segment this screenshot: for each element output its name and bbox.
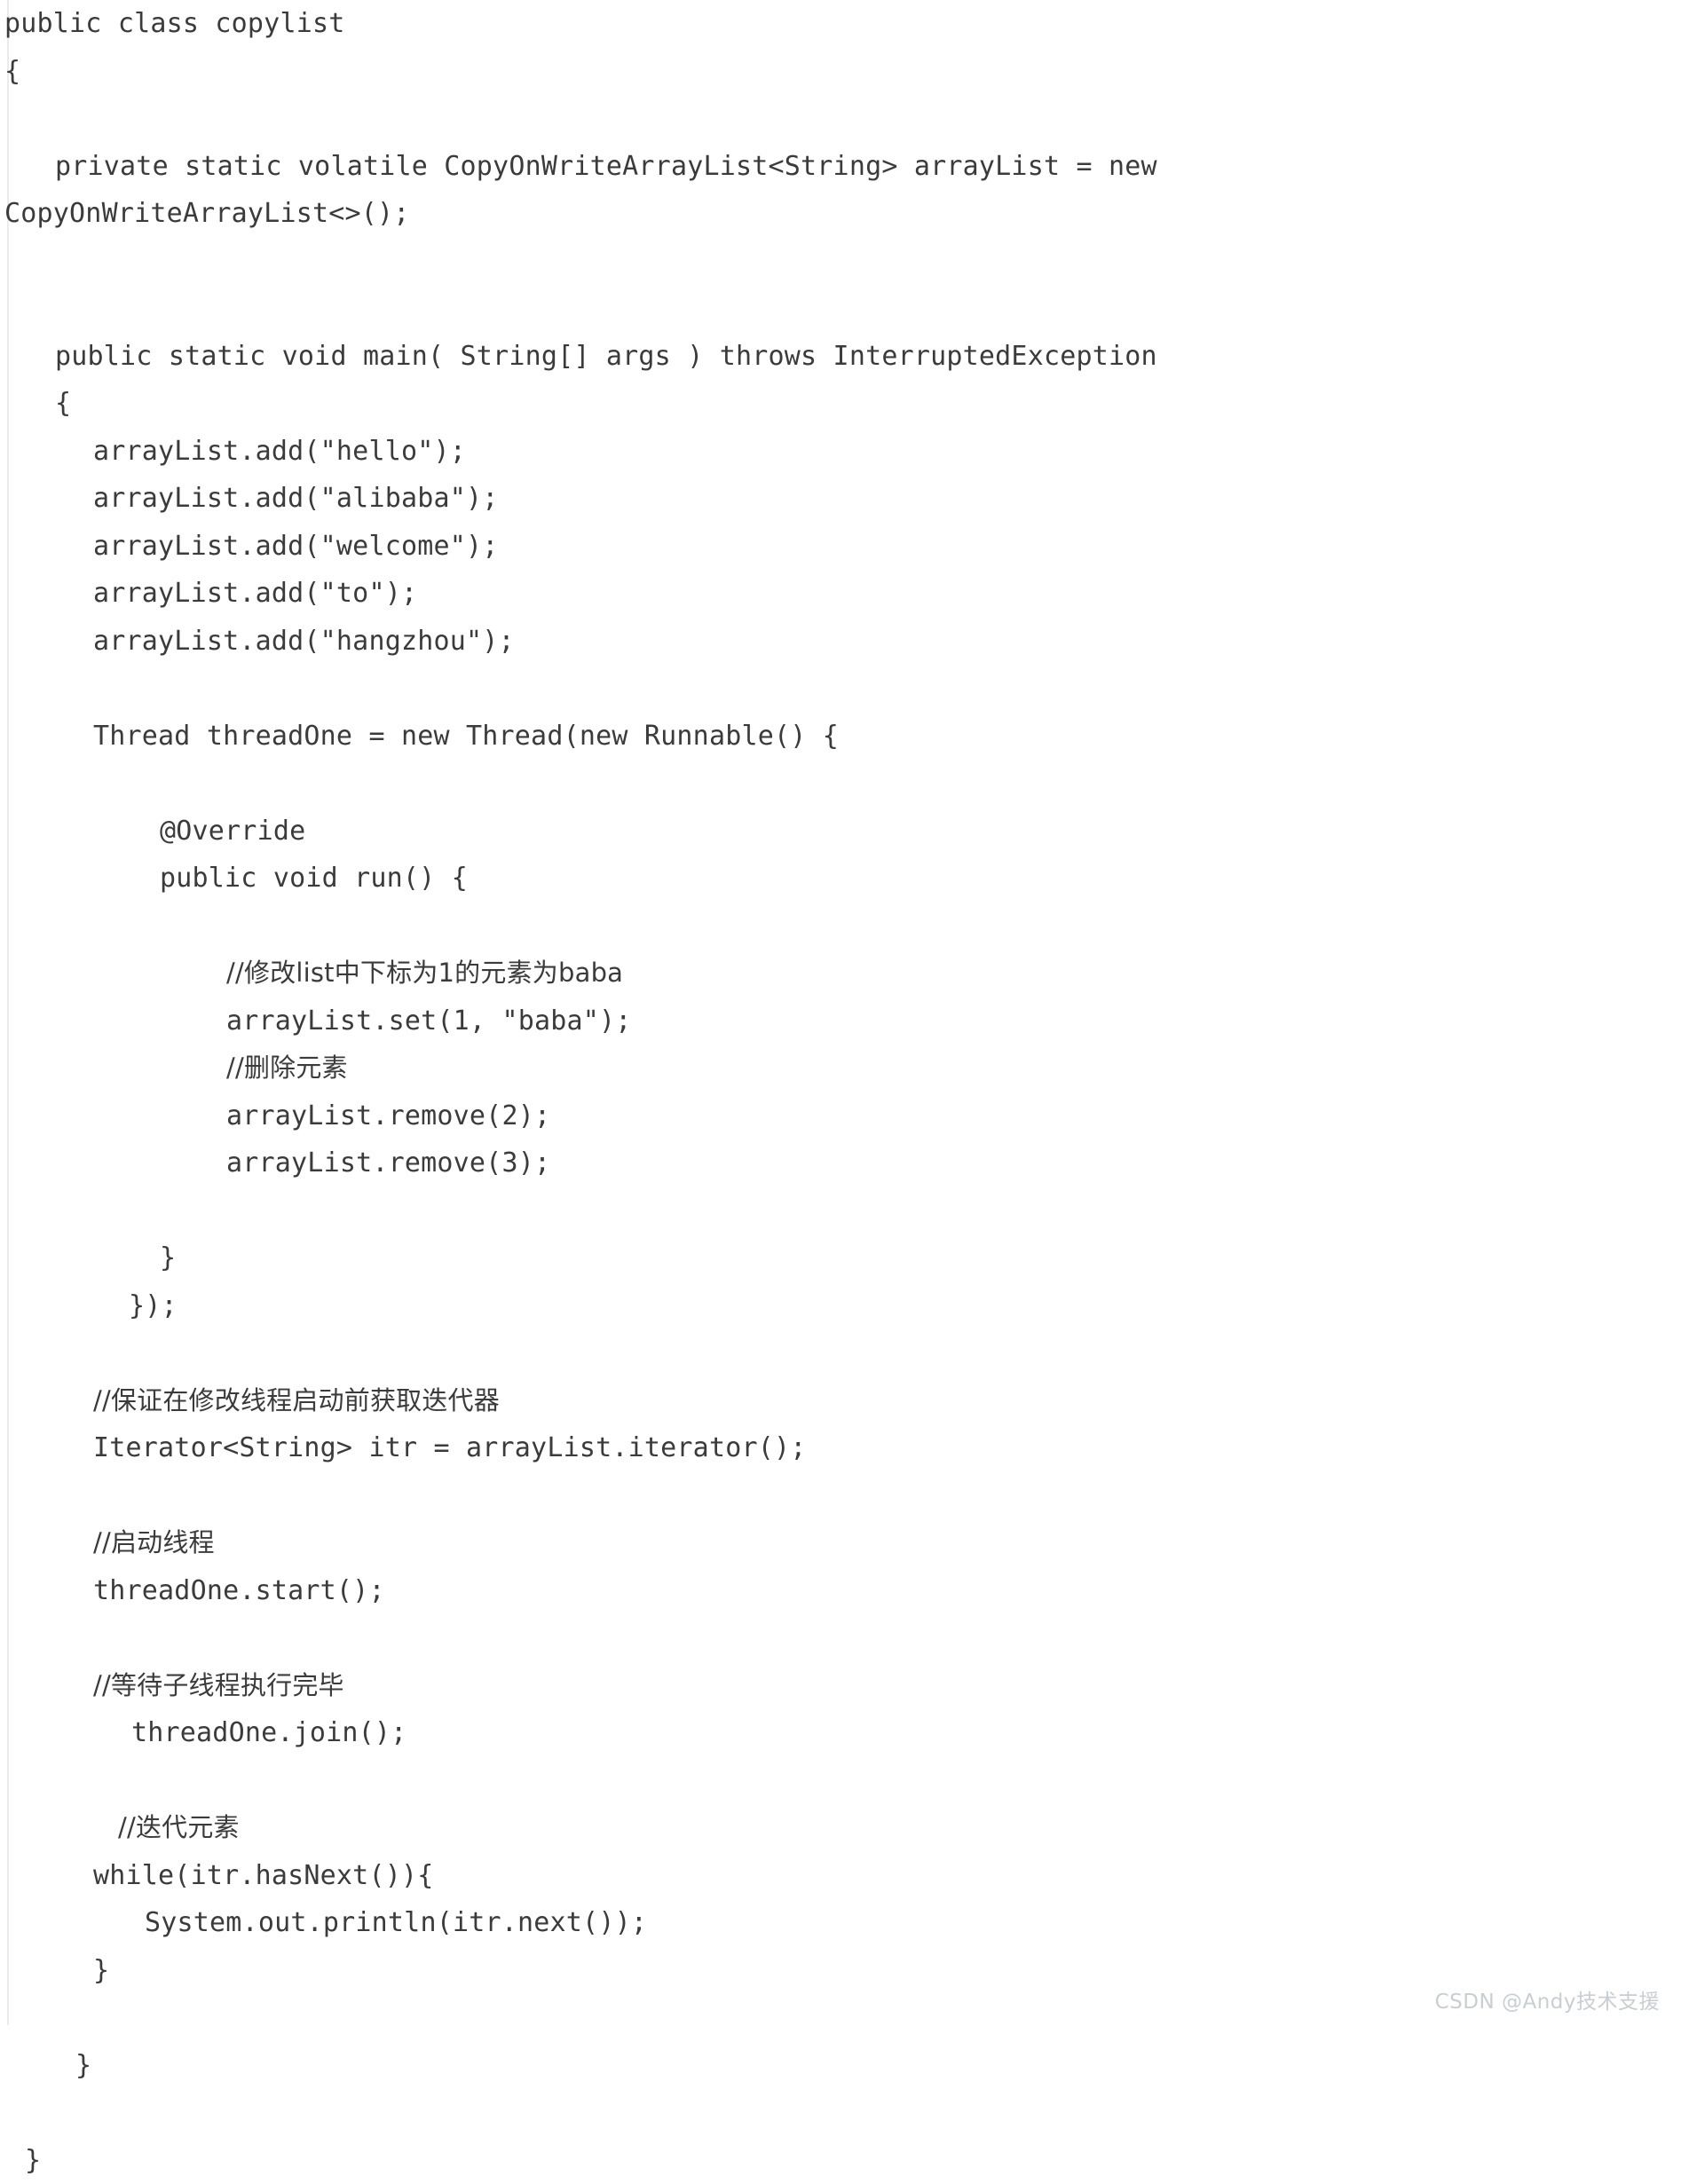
code-line-text: } [25,2137,41,2184]
code-line: } [0,1234,1681,1282]
code-line-blank [0,1187,1681,1235]
code-line-blank [0,285,1681,333]
code-line-text: }); [129,1282,178,1330]
code-line-text: arrayList.remove(2); [226,1092,550,1140]
code-line: } [0,2042,1681,2090]
code-line: arrayList.add("hangzhou"); [0,618,1681,666]
code-line: while(itr.hasNext()){ [0,1852,1681,1900]
code-line-blank [0,1614,1681,1662]
code-line: arrayList.add("alibaba"); [0,475,1681,523]
csdn-watermark: CSDN @Andy技术支援 [1435,1984,1660,2014]
code-line-text: public void run() { [160,855,468,903]
code-line-text: private static volatile CopyOnWriteArray… [55,143,1157,191]
code-listing: public class copylist{private static vol… [0,0,1681,2184]
code-line: }); [0,1282,1681,1330]
code-line: threadOne.start(); [0,1567,1681,1615]
code-line: { [0,48,1681,96]
code-line-text: { [55,380,71,428]
code-line-text: System.out.println(itr.next()); [145,1899,647,1947]
code-line: public class copylist [0,0,1681,48]
code-line: arrayList.remove(2); [0,1092,1681,1140]
code-line: //修改list中下标为1的元素为baba [0,950,1681,997]
code-line-text: arrayList.set(1, "baba"); [226,997,632,1045]
code-line-text: public static void main( String[] args )… [55,333,1157,381]
code-line: Thread threadOne = new Thread(new Runnab… [0,713,1681,761]
code-line-blank [0,665,1681,713]
code-line: public static void main( String[] args )… [0,333,1681,381]
code-line-blank [0,1472,1681,1520]
code-line-text: Thread threadOne = new Thread(new Runnab… [93,713,839,761]
code-line-blank [0,760,1681,808]
code-line: public void run() { [0,855,1681,903]
code-line-text: } [75,2042,91,2090]
code-line-text: while(itr.hasNext()){ [93,1852,434,1900]
code-comment-text: //迭代元素 [118,1804,240,1852]
code-line: CopyOnWriteArrayList<>(); [0,190,1681,238]
code-line: arrayList.set(1, "baba"); [0,997,1681,1045]
code-line-text: arrayList.add("welcome"); [93,523,499,571]
code-line-text: arrayList.add("alibaba"); [93,475,499,523]
code-line: { [0,380,1681,428]
code-line: //保证在修改线程启动前获取迭代器 [0,1377,1681,1425]
code-comment-text: //修改list中下标为1的元素为baba [226,950,623,997]
code-line-text: @Override [160,808,305,855]
code-line: arrayList.add("to"); [0,570,1681,618]
code-line-text: CopyOnWriteArrayList<>(); [4,190,410,238]
code-line: @Override [0,808,1681,855]
code-line: //等待子线程执行完毕 [0,1662,1681,1710]
code-line: } [0,1947,1681,1995]
code-line-blank [0,2089,1681,2137]
code-line-text: } [160,1234,176,1282]
code-line-text: threadOne.start(); [93,1567,385,1615]
code-line: Iterator<String> itr = arrayList.iterato… [0,1424,1681,1472]
code-line: arrayList.add("hello"); [0,428,1681,476]
code-line-blank [0,903,1681,950]
code-comment-text: //删除元素 [226,1045,348,1092]
code-line: threadOne.join(); [0,1709,1681,1757]
code-line: arrayList.add("welcome"); [0,523,1681,571]
code-comment-text: //保证在修改线程启动前获取迭代器 [93,1377,500,1425]
code-line: //启动线程 [0,1519,1681,1567]
code-line-text: arrayList.add("to"); [93,570,417,618]
code-line-text: arrayList.add("hangzhou"); [93,618,515,666]
code-line-text: arrayList.add("hello"); [93,428,466,476]
code-line-blank [0,95,1681,143]
code-line-blank [0,238,1681,286]
code-comment-text: //等待子线程执行完毕 [93,1662,344,1710]
code-line-text: arrayList.remove(3); [226,1139,550,1187]
code-line: //迭代元素 [0,1804,1681,1852]
code-line-text: threadOne.join(); [131,1709,406,1757]
code-line-blank [0,1994,1681,2042]
code-line-text: public class copylist [4,0,345,48]
code-line-blank [0,1329,1681,1377]
code-line: private static volatile CopyOnWriteArray… [0,143,1681,191]
code-line-text: } [93,1947,109,1995]
code-line: arrayList.remove(3); [0,1139,1681,1187]
code-line: } [0,2137,1681,2184]
code-line: System.out.println(itr.next()); [0,1899,1681,1947]
code-line-text: Iterator<String> itr = arrayList.iterato… [93,1424,807,1472]
code-line: //删除元素 [0,1045,1681,1092]
code-comment-text: //启动线程 [93,1519,215,1567]
code-line-text: { [4,48,20,96]
code-line-blank [0,1757,1681,1805]
